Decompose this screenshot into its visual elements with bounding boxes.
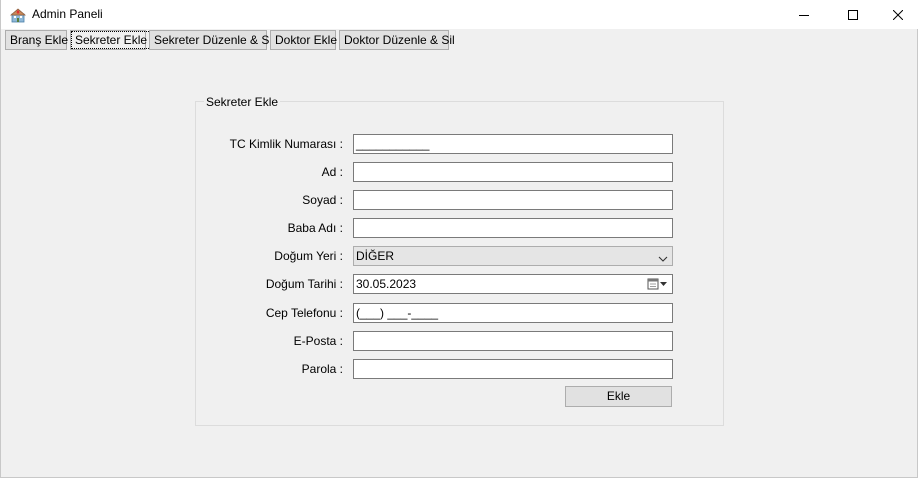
tab-label: Sekreter Ekle [71,31,152,49]
cep-telefonu-value: (___) ___-____ [356,306,439,320]
window-title: Admin Paneli [32,7,103,21]
cep-telefonu-label: Cep Telefonu : [265,306,343,320]
tc-kimlik-input[interactable]: ___________ [353,134,673,154]
tab-label: Branş Ekle [10,33,69,47]
tc-label: TC Kimlik Numarası : [229,137,343,151]
tab-doktor-duzenle-sil[interactable]: Doktor Düzenle & Sil [339,30,455,50]
hospital-app-icon [9,7,27,23]
ekle-button-label: Ekle [606,389,631,403]
eposta-input[interactable] [353,331,673,351]
baba-adi-label: Baba Adı : [287,221,343,235]
minimize-button[interactable] [781,0,827,29]
tab-doktor-ekle[interactable]: Doktor Ekle [270,30,337,50]
chevron-down-icon [658,251,668,265]
dogum-yeri-value: DİĞER [356,249,395,263]
tab-brans-ekle[interactable]: Branş Ekle [5,30,68,50]
tc-kimlik-value: ___________ [356,137,430,151]
dogum-tarihi-datepicker[interactable]: 30.05.2023 [353,274,673,294]
cep-telefonu-input[interactable]: (___) ___-____ [353,303,673,323]
close-button[interactable] [875,0,918,29]
ekle-button[interactable]: Ekle [565,386,672,407]
dogum-tarihi-label: Doğum Tarihi : [265,277,343,291]
soyad-input[interactable] [353,190,673,210]
ad-label: Ad : [321,165,343,179]
parola-label: Parola : [301,362,343,376]
maximize-button[interactable] [830,0,876,29]
tab-strip: Branş Ekle Sekreter Ekle Sekreter Düzenl… [1,29,918,51]
tab-label: Doktor Düzenle & Sil [344,33,455,47]
calendar-dropdown-icon[interactable] [647,277,669,293]
dogum-yeri-select[interactable]: DİĞER [353,246,673,266]
tab-label: Doktor Ekle [275,33,338,47]
title-bar: Admin Paneli [1,0,918,29]
maximize-icon [848,9,858,20]
baba-adi-input[interactable] [353,218,673,238]
parola-input[interactable] [353,359,673,379]
dogum-yeri-label: Doğum Yeri : [274,249,343,263]
tab-sekreter-duzenle-sil[interactable]: Sekreter Düzenle & Sil [149,30,275,50]
eposta-label: E-Posta : [293,334,343,348]
close-icon [893,9,903,20]
dogum-tarihi-value: 30.05.2023 [356,277,417,291]
ad-input[interactable] [353,162,673,182]
groupbox-title: Sekreter Ekle [204,95,281,109]
admin-panel-window: Admin Paneli Branş Ekle Sekreter Ekle Se… [0,0,918,478]
soyad-label: Soyad : [302,193,343,207]
tab-sekreter-ekle[interactable]: Sekreter Ekle [70,30,152,50]
tab-label: Sekreter Düzenle & Sil [154,33,275,47]
minimize-icon [799,14,809,16]
